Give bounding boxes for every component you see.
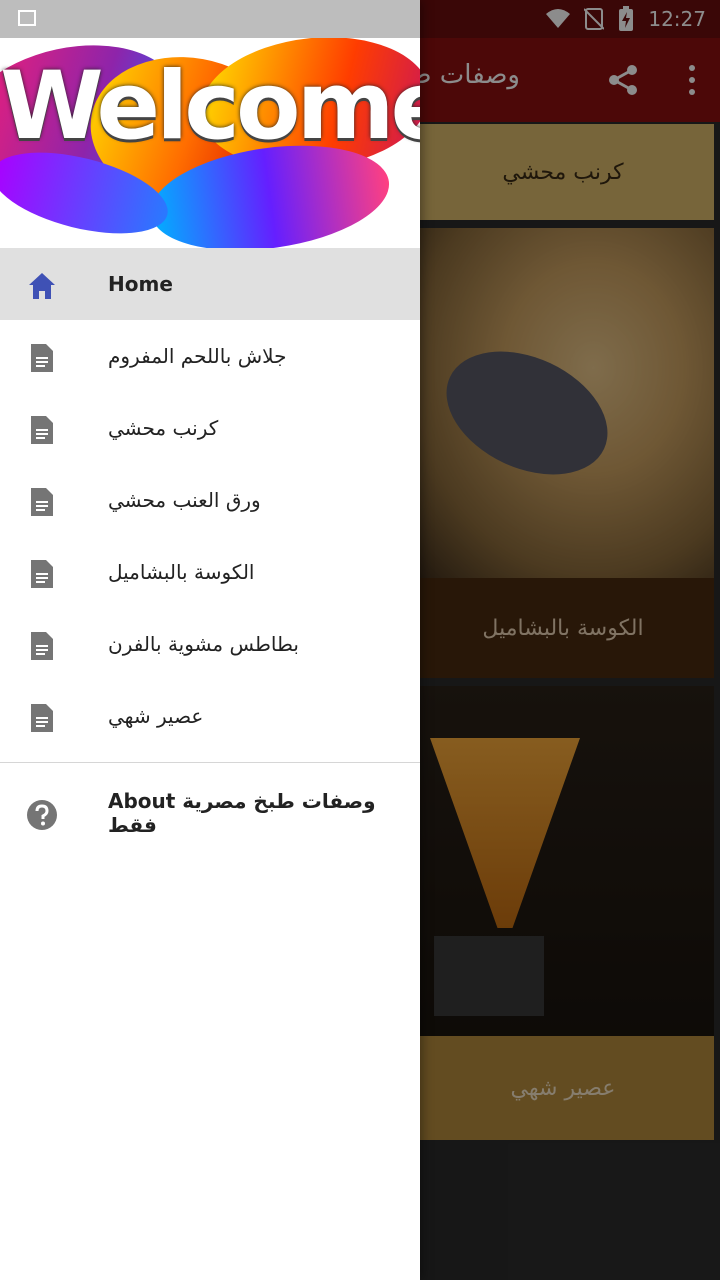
document-icon (31, 488, 53, 516)
menu-item-label: الكوسة بالبشاميل (108, 560, 255, 584)
welcome-banner: Welcome (0, 52, 420, 161)
document-icon (31, 416, 53, 444)
menu-item-recipe[interactable]: بطاطس مشوية بالفرن (0, 608, 420, 680)
image-notification-icon (18, 10, 36, 26)
document-icon (31, 344, 53, 372)
drawer-header: Welcome (0, 38, 420, 248)
home-icon (29, 273, 55, 299)
drawer-menu: Home جلاش باللحم المفروم كرنب محشي ورق ا… (0, 248, 420, 849)
help-icon (27, 800, 57, 830)
menu-item-recipe[interactable]: الكوسة بالبشاميل (0, 536, 420, 608)
drawer-status-bar (0, 0, 420, 38)
menu-item-label: بطاطس مشوية بالفرن (108, 632, 299, 656)
menu-item-recipe[interactable]: جلاش باللحم المفروم (0, 320, 420, 392)
document-icon (31, 704, 53, 732)
navigation-drawer: Welcome Home جلاش باللحم المفروم كرنب مح… (0, 0, 420, 1280)
document-icon (31, 560, 53, 588)
menu-item-label: About وصفات طبخ مصرية فقط (108, 789, 376, 837)
menu-divider (0, 762, 420, 763)
menu-item-label: جلاش باللحم المفروم (108, 344, 287, 368)
menu-item-label: Home (108, 272, 173, 296)
menu-item-about[interactable]: About وصفات طبخ مصرية فقط (0, 777, 420, 849)
menu-item-recipe[interactable]: كرنب محشي (0, 392, 420, 464)
menu-item-label: ورق العنب محشي (108, 488, 261, 512)
menu-item-recipe[interactable]: عصير شهي (0, 680, 420, 752)
menu-item-label: عصير شهي (108, 704, 204, 728)
menu-item-label: كرنب محشي (108, 416, 219, 440)
menu-item-recipe[interactable]: ورق العنب محشي (0, 464, 420, 536)
document-icon (31, 632, 53, 660)
menu-item-home[interactable]: Home (0, 248, 420, 320)
